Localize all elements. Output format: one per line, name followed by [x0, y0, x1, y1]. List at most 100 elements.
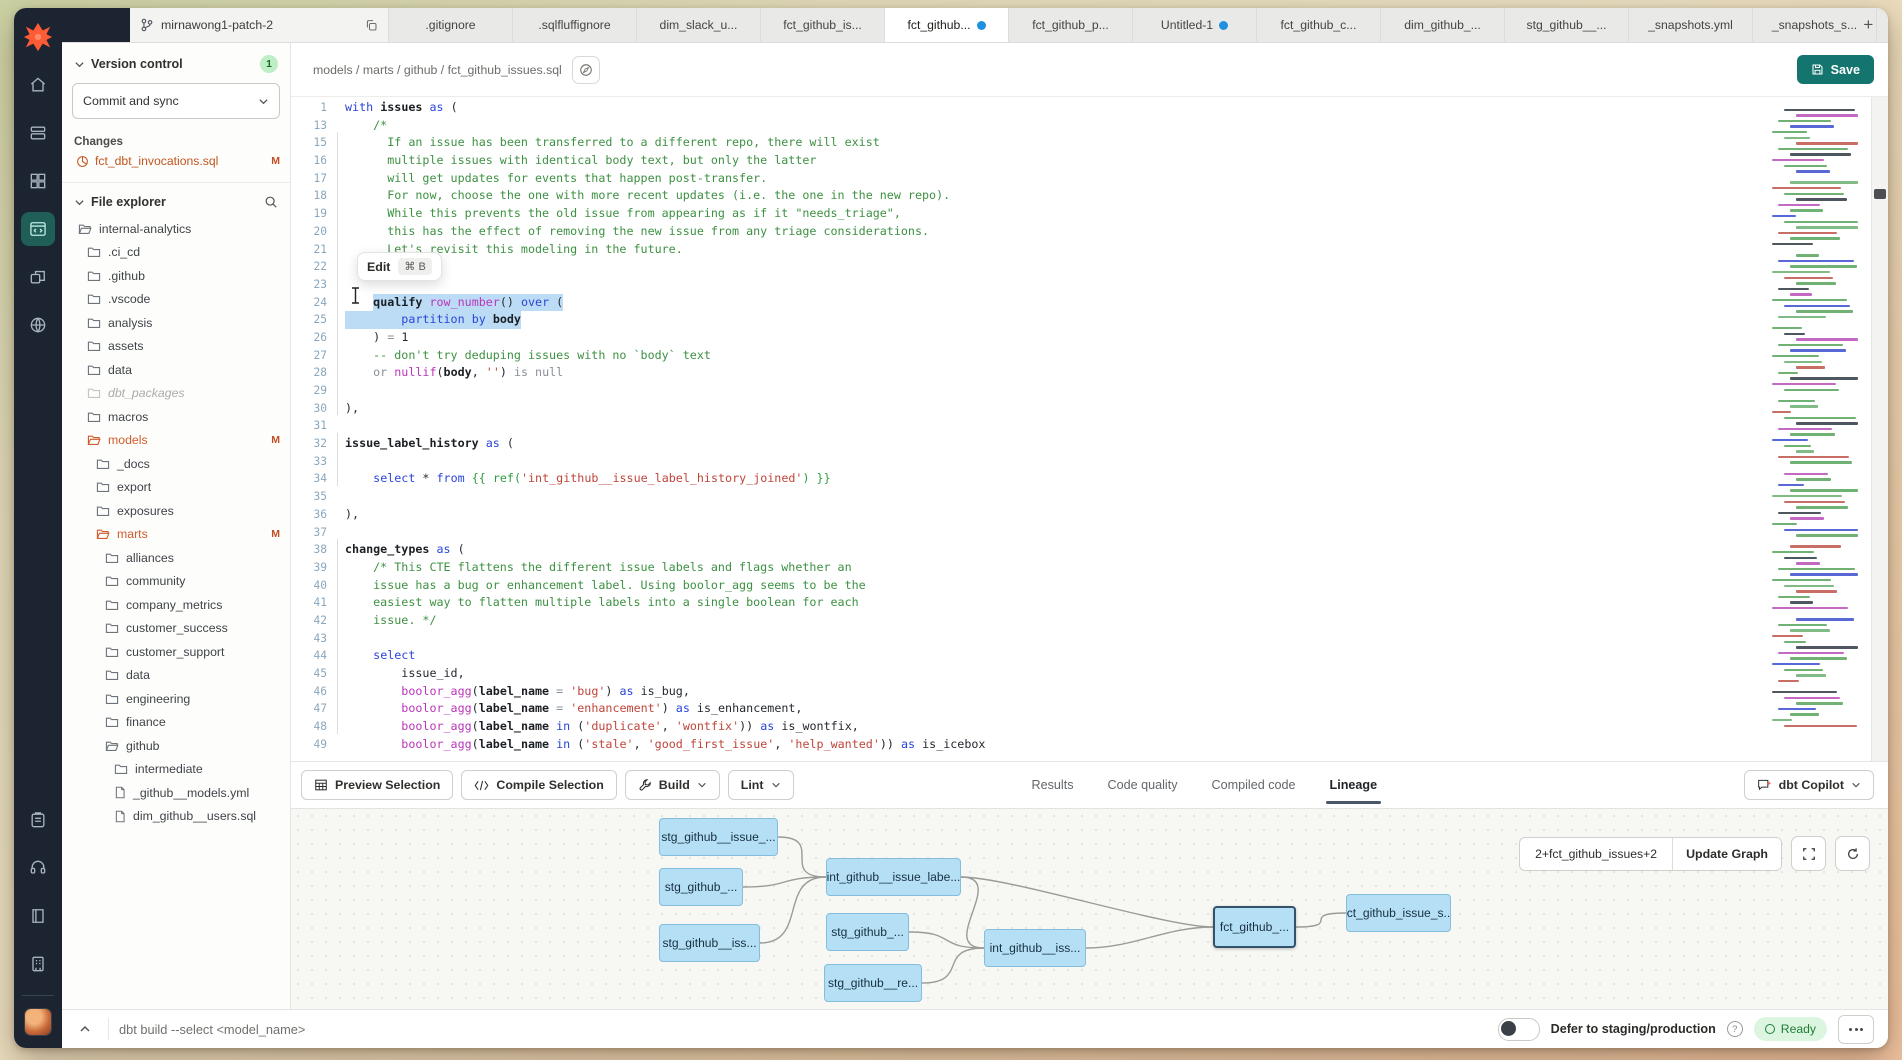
code-line[interactable]: 48 boolor_agg(label_name in ('duplicate'…: [291, 718, 1778, 736]
file-tree-folder[interactable]: .vscode: [62, 288, 290, 312]
tab-code-quality[interactable]: Code quality: [1108, 762, 1178, 808]
compile-selection-button[interactable]: Compile Selection: [461, 770, 616, 800]
lineage-node[interactable]: stg_github__iss...: [659, 924, 760, 962]
file-tab[interactable]: _snapshots.yml: [1629, 8, 1753, 42]
ready-status-badge[interactable]: Ready: [1754, 1017, 1827, 1041]
new-tab-button[interactable]: +: [1849, 8, 1888, 42]
code-line[interactable]: 37: [291, 524, 1778, 542]
version-control-header[interactable]: Version control 1: [62, 43, 290, 81]
build-button[interactable]: Build: [625, 770, 720, 800]
file-tree-folder[interactable]: exposures: [62, 499, 290, 523]
preview-selection-button[interactable]: Preview Selection: [301, 770, 453, 800]
help-icon[interactable]: ?: [1727, 1021, 1743, 1037]
docs-icon[interactable]: [21, 899, 55, 933]
file-tree-folder[interactable]: data: [62, 358, 290, 382]
code-line[interactable]: 27 -- don't try deduping issues with no …: [291, 347, 1778, 365]
lineage-node[interactable]: int_github__iss...: [984, 929, 1086, 967]
search-icon[interactable]: [264, 195, 278, 209]
code-line[interactable]: 31: [291, 417, 1778, 435]
file-tree-folder[interactable]: internal-analytics: [62, 217, 290, 241]
file-tree-folder[interactable]: macros: [62, 405, 290, 429]
code-line[interactable]: 15 If an issue has been transferred to a…: [291, 134, 1778, 152]
code-line[interactable]: 20 this has the effect of removing the n…: [291, 223, 1778, 241]
code-line[interactable]: 44 select: [291, 647, 1778, 665]
file-tree-folder[interactable]: community: [62, 570, 290, 594]
code-line[interactable]: 35: [291, 488, 1778, 506]
lineage-node-selected[interactable]: fct_github_...: [1213, 906, 1296, 948]
lineage-node[interactable]: fct_github_issue_s...: [1346, 894, 1451, 932]
update-graph-button[interactable]: Update Graph: [1673, 838, 1781, 870]
file-tab[interactable]: dim_slack_u...: [637, 8, 761, 42]
file-tree-folder[interactable]: export: [62, 476, 290, 500]
code-line[interactable]: 16 multiple issues with identical body t…: [291, 152, 1778, 170]
file-tree-folder[interactable]: dbt_packages: [62, 382, 290, 406]
file-tab[interactable]: fct_github_p...: [1009, 8, 1133, 42]
code-line[interactable]: 39 /* This CTE flattens the different is…: [291, 559, 1778, 577]
file-tree-folder[interactable]: company_metrics: [62, 593, 290, 617]
file-tree-folder[interactable]: data: [62, 664, 290, 688]
lint-button[interactable]: Lint: [728, 770, 794, 800]
file-tree-folder[interactable]: analysis: [62, 311, 290, 335]
code-line[interactable]: 22: [291, 258, 1778, 276]
code-line[interactable]: 45 issue_id,: [291, 665, 1778, 683]
dbt-copilot-button[interactable]: dbt Copilot: [1744, 770, 1874, 800]
code-line[interactable]: 43: [291, 630, 1778, 648]
code-line[interactable]: 1with issues as (: [291, 99, 1778, 117]
file-tree-folder[interactable]: github: [62, 734, 290, 758]
code-line[interactable]: 33: [291, 453, 1778, 471]
changelog-icon[interactable]: [21, 803, 55, 837]
changed-file-row[interactable]: fct_dbt_invocations.sql M: [62, 150, 290, 172]
file-tab[interactable]: fct_github_is...: [761, 8, 885, 42]
file-docs-button[interactable]: [572, 56, 600, 84]
edit-tooltip[interactable]: Edit ⌘ B: [357, 252, 442, 281]
code-line[interactable]: 38change_types as (: [291, 541, 1778, 559]
code-line[interactable]: 41 easiest way to flatten multiple label…: [291, 594, 1778, 612]
code-line[interactable]: 40 issue has a bug or enhancement label.…: [291, 577, 1778, 595]
file-tab[interactable]: dim_github_...: [1381, 8, 1505, 42]
copy-branch-icon[interactable]: [365, 19, 378, 32]
file-tree-folder[interactable]: alliances: [62, 546, 290, 570]
fullscreen-button[interactable]: [1791, 836, 1826, 871]
commit-and-sync-select[interactable]: Commit and sync: [72, 83, 280, 119]
scrollbar-thumb[interactable]: [1874, 189, 1886, 199]
code-line[interactable]: 13 /*: [291, 117, 1778, 135]
file-tree-folder[interactable]: modelsM: [62, 429, 290, 453]
code-line[interactable]: 26 ) = 1: [291, 329, 1778, 347]
file-tree-folder[interactable]: engineering: [62, 687, 290, 711]
file-explorer-header[interactable]: File explorer: [62, 183, 290, 217]
code-editor[interactable]: 1with issues as (13 /*15 If an issue has…: [291, 97, 1888, 761]
projects-icon[interactable]: [21, 116, 55, 150]
tab-results[interactable]: Results: [1032, 762, 1074, 808]
file-tab[interactable]: fct_github...: [885, 8, 1009, 42]
lineage-node[interactable]: stg_github__re...: [824, 964, 922, 1002]
file-tree-folder[interactable]: .github: [62, 264, 290, 288]
dbt-logo-icon[interactable]: [21, 20, 55, 54]
lineage-node[interactable]: int_github__issue_labe...: [826, 858, 961, 896]
code-line[interactable]: 49 boolor_agg(label_name in ('stale', 'g…: [291, 736, 1778, 754]
code-line[interactable]: 17 will get updates for events that happ…: [291, 170, 1778, 188]
support-icon[interactable]: [21, 851, 55, 885]
file-tab[interactable]: .sqlfluffignore: [513, 8, 637, 42]
organization-icon[interactable]: [21, 947, 55, 981]
lineage-selector-input[interactable]: 2+fct_github_issues+2: [1520, 838, 1673, 870]
file-tree-file[interactable]: _github__models.yml: [62, 781, 290, 805]
dashboard-icon[interactable]: [21, 164, 55, 198]
save-button[interactable]: Save: [1797, 55, 1874, 84]
code-line[interactable]: 42 issue. */: [291, 612, 1778, 630]
lineage-node[interactable]: stg_github_...: [659, 868, 743, 906]
file-tree-file[interactable]: dim_github__users.sql: [62, 805, 290, 829]
lineage-node[interactable]: stg_github_...: [826, 913, 909, 951]
code-line[interactable]: 18 For now, choose the one with more rec…: [291, 187, 1778, 205]
code-line[interactable]: 30),: [291, 400, 1778, 418]
tab-compiled-code[interactable]: Compiled code: [1212, 762, 1296, 808]
code-line[interactable]: 19 While this prevents the old issue fro…: [291, 205, 1778, 223]
cli-command-input[interactable]: dbt build --select <model_name>: [119, 1022, 305, 1037]
code-line[interactable]: 23: [291, 276, 1778, 294]
code-line[interactable]: 24 qualify row_number() over (: [291, 294, 1778, 312]
more-options-button[interactable]: [1838, 1015, 1874, 1044]
code-line[interactable]: 28 or nullif(body, '') is null: [291, 364, 1778, 382]
file-tree-folder[interactable]: _docs: [62, 452, 290, 476]
minimap[interactable]: [1770, 103, 1862, 761]
explore-icon[interactable]: [21, 308, 55, 342]
file-tab[interactable]: Untitled-1: [1133, 8, 1257, 42]
